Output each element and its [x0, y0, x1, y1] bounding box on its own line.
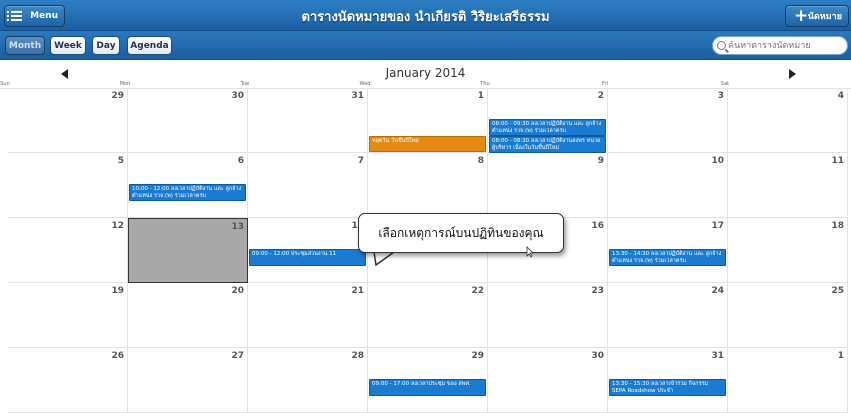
- day-cell[interactable]: 20: [128, 283, 248, 348]
- day-number: 25: [831, 286, 844, 296]
- next-month-arrow-icon[interactable]: [789, 69, 796, 79]
- day-number: 31: [351, 91, 364, 101]
- day-number: 30: [231, 91, 244, 101]
- day-cell[interactable]: 28: [248, 348, 368, 413]
- mouse-cursor-icon: [526, 246, 534, 258]
- calendar-event[interactable]: 13:30 - 15:30 ลงเวลาเข้าร่วม กิจกรรม SEP…: [609, 379, 726, 396]
- day-number: 30: [591, 351, 604, 361]
- day-cell[interactable]: 31: [248, 88, 368, 153]
- day-number: 11: [831, 156, 844, 166]
- day-number: 3: [717, 91, 724, 101]
- day-cell[interactable]: 29: [8, 88, 128, 153]
- calendar-event[interactable]: 08:00 - 08:30 ลงเวลาปฏิบัติงานลงพร หน่วย…: [489, 136, 606, 153]
- day-number: 12: [111, 221, 124, 231]
- calendar-event[interactable]: 09:00 - 17:00 ลงเวลาประชุม ของ สพท.: [369, 379, 486, 396]
- view-month-button[interactable]: Month: [5, 36, 45, 55]
- day-number: 18: [831, 221, 844, 231]
- day-cell[interactable]: 21: [248, 283, 368, 348]
- month-title: January 2014: [385, 66, 466, 80]
- day-cell[interactable]: 10: [608, 153, 728, 218]
- new-appointment-label: นัดหมาย: [807, 12, 842, 22]
- day-number: 16: [591, 221, 604, 231]
- day-number: 4: [837, 91, 844, 101]
- day-cell[interactable]: 12: [8, 218, 128, 283]
- day-number: 1: [477, 91, 484, 101]
- day-cell[interactable]: 27: [128, 348, 248, 413]
- day-number: 1: [837, 351, 844, 361]
- day-number: 6: [237, 156, 244, 166]
- calendar-event[interactable]: หยุดวัน วันขึ้นปีใหม่: [369, 136, 486, 152]
- search-input[interactable]: [728, 40, 846, 51]
- day-number: 5: [117, 156, 124, 166]
- day-number: 20: [231, 286, 244, 296]
- day-number: 10: [711, 156, 724, 166]
- day-cell[interactable]: 8: [368, 153, 488, 218]
- day-cell[interactable]: 30: [488, 348, 608, 413]
- day-cell[interactable]: 4: [728, 88, 848, 153]
- day-number: 28: [351, 351, 364, 361]
- day-number: 8: [477, 156, 484, 166]
- day-number: 31: [711, 351, 724, 361]
- day-cell[interactable]: 7: [248, 153, 368, 218]
- day-number: 26: [111, 351, 124, 361]
- view-day-button[interactable]: Day: [92, 36, 120, 55]
- plus-icon: +: [794, 6, 809, 26]
- day-cell[interactable]: 23: [488, 283, 608, 348]
- calendar-event[interactable]: 08:00 - 09:30 ลงเวลาปฏิบัติงาน และ ลูกจ้…: [489, 119, 606, 136]
- view-week-button[interactable]: Week: [50, 36, 86, 55]
- search-box[interactable]: [712, 36, 848, 55]
- day-number: 17: [711, 221, 724, 231]
- day-of-week-label: Wed: [359, 81, 371, 87]
- day-of-week-label: Tue: [240, 81, 250, 87]
- day-cell[interactable]: 18: [728, 218, 848, 283]
- search-icon: [717, 41, 726, 50]
- day-of-week-label: Thu: [480, 81, 490, 87]
- day-number: 29: [471, 351, 484, 361]
- day-number: 24: [711, 286, 724, 296]
- tooltip-tail: [372, 252, 398, 266]
- day-cell[interactable]: 1: [728, 348, 848, 413]
- day-cell[interactable]: 5: [8, 153, 128, 218]
- day-of-week-label: Sat: [720, 81, 730, 87]
- day-number: 2: [597, 91, 604, 101]
- day-cell[interactable]: 22: [368, 283, 488, 348]
- day-number: 13: [231, 222, 244, 232]
- day-cell-selected[interactable]: 13: [128, 218, 248, 283]
- day-of-week-label: Fri: [602, 81, 608, 87]
- day-cell[interactable]: 9: [488, 153, 608, 218]
- day-cell[interactable]: 25: [728, 283, 848, 348]
- view-agenda-button[interactable]: Agenda: [127, 36, 172, 55]
- calendar-event[interactable]: 09:00 - 12:00 ประชุมส่วนงาน 11: [249, 249, 366, 266]
- day-cell[interactable]: 26: [8, 348, 128, 413]
- day-number: 19: [111, 286, 124, 296]
- app-header: Menu ตารางนัดหมายของ นำเกียรติ วิริยะเสร…: [0, 0, 851, 31]
- calendar-event[interactable]: 13:30 - 14:30 ลงเวลาปฏิบัติงาน และ ลูกจ้…: [609, 249, 726, 266]
- day-cell[interactable]: 11: [728, 153, 848, 218]
- day-of-week-label: Sun: [0, 81, 10, 87]
- day-number: 29: [111, 91, 124, 101]
- day-cell[interactable]: 3: [608, 88, 728, 153]
- day-number: 9: [597, 156, 604, 166]
- day-number: 21: [351, 286, 364, 296]
- page-title: ตารางนัดหมายของ นำเกียรติ วิริยะเสรีธรรม: [301, 10, 550, 25]
- new-appointment-button[interactable]: + นัดหมาย: [785, 5, 849, 27]
- calendar-event[interactable]: 10:00 - 12:00 ลงเวลาปฏิบัติงาน และ ลูกจ้…: [129, 184, 246, 201]
- view-toolbar: Month Week Day Agenda: [0, 31, 851, 60]
- day-number: 27: [231, 351, 244, 361]
- day-of-week-label: Mon: [119, 81, 131, 87]
- day-cell[interactable]: 30: [128, 88, 248, 153]
- day-cell[interactable]: 19: [8, 283, 128, 348]
- day-number: 22: [471, 286, 484, 296]
- tooltip-text: เลือกเหตุการณ์บนปฏิทินของคุณ: [378, 225, 544, 240]
- day-cell[interactable]: 24: [608, 283, 728, 348]
- day-number: 23: [591, 286, 604, 296]
- day-number: 7: [357, 156, 364, 166]
